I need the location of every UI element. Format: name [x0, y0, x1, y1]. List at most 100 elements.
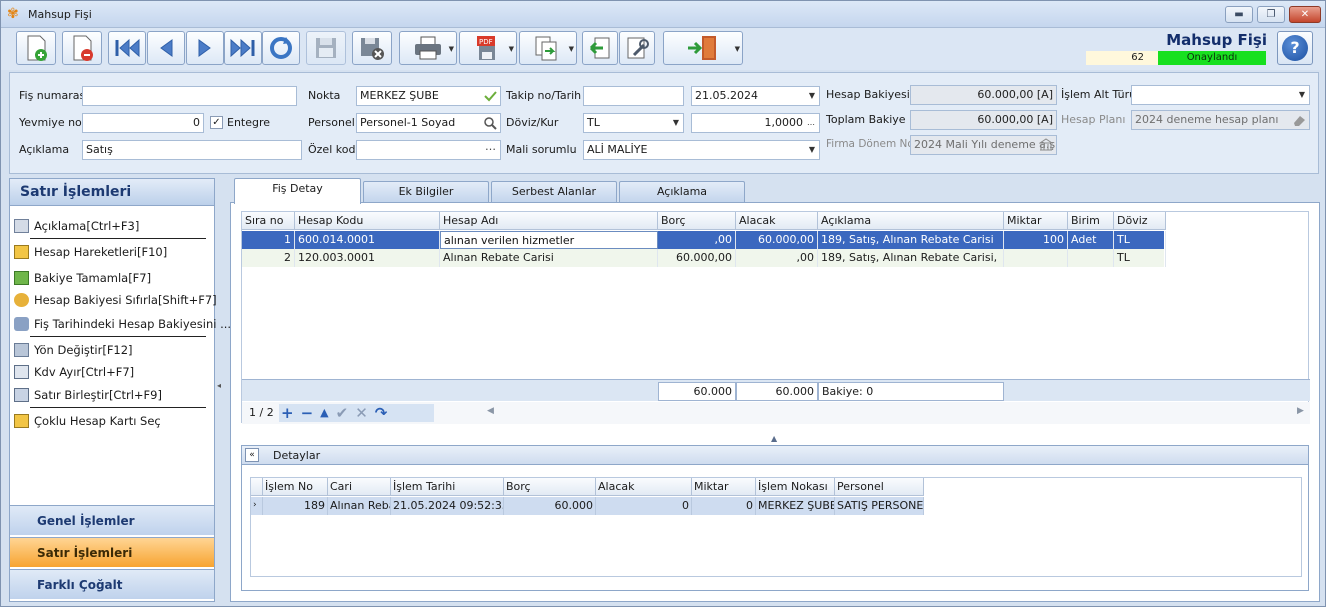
coins-icon [14, 293, 29, 307]
table-row[interactable]: 2 120.003.0001 Alınan Rebate Carisi 60.0… [242, 249, 1166, 267]
import-button[interactable] [582, 31, 618, 65]
tab-ek-bilgiler[interactable]: Ek Bilgiler [363, 181, 489, 203]
column-header[interactable]: Alacak [596, 478, 692, 496]
next-record-button[interactable] [186, 31, 224, 65]
column-header[interactable]: Döviz [1114, 212, 1166, 230]
column-header[interactable]: Miktar [692, 478, 756, 496]
print-button[interactable]: ▼ [399, 31, 457, 65]
save-close-button[interactable] [352, 31, 392, 65]
settings-tools-button[interactable] [619, 31, 655, 65]
first-record-icon [115, 38, 140, 58]
nokta-field[interactable]: MERKEZ ŞUBE [356, 86, 501, 106]
column-header[interactable]: İşlem No [263, 478, 328, 496]
sidebar-item-bakiye-tamamla[interactable]: Bakiye Tamamla[F7] [14, 268, 151, 288]
fis-numarasi-input[interactable] [82, 86, 297, 106]
tab-fis-detay[interactable]: Fiş Detay [234, 178, 361, 204]
column-header[interactable]: Personel [835, 478, 924, 496]
new-document-button[interactable] [16, 31, 56, 65]
table-cell: MERKEZ ŞUBE [756, 497, 835, 515]
move-up-icon[interactable]: ▲ [320, 405, 328, 421]
kur-input[interactable]: 1,0000… [691, 113, 820, 133]
nav-genel-islemler[interactable]: Genel İşlemler [10, 505, 214, 535]
redo-icon[interactable]: ↷ [375, 405, 388, 421]
aciklama-input[interactable]: Satış [82, 140, 302, 160]
column-header[interactable]: İşlem Nokası [756, 478, 835, 496]
panel-splitter-icon[interactable]: ▲ [771, 434, 777, 443]
column-header[interactable]: Açıklama [818, 212, 1004, 230]
copy-document-button[interactable]: ▼ [519, 31, 577, 65]
tab-serbest-alanlar[interactable]: Serbest Alanlar [491, 181, 617, 203]
sidebar-item-aciklama[interactable]: Açıklama[Ctrl+F3] [14, 216, 139, 236]
column-header[interactable]: Sıra no [242, 212, 295, 230]
column-header[interactable]: Miktar [1004, 212, 1068, 230]
column-header[interactable]: Borç [658, 212, 736, 230]
chevron-down-icon: ▼ [1298, 90, 1305, 99]
exit-button[interactable]: ▼ [663, 31, 743, 65]
sidebar-item-satir-birlestir[interactable]: Satır Birleştir[Ctrl+F9] [14, 385, 162, 405]
chevron-down-icon: ▼ [808, 145, 815, 154]
ozel-kod-field[interactable]: … [356, 140, 501, 160]
details-grid: İşlem No Cari İşlem Tarihi Borç Alacak M… [250, 477, 1302, 577]
pdf-export-button[interactable]: PDF ▼ [459, 31, 517, 65]
confirm-icon[interactable]: ✔ [336, 405, 349, 421]
islem-alt-turu-select[interactable]: ▼ [1131, 85, 1310, 105]
save-button[interactable] [306, 31, 346, 65]
table-cell: 600.014.0001 [295, 231, 440, 249]
sidebar-item-kdv-ayir[interactable]: Kdv Ayır[Ctrl+F7] [14, 362, 134, 382]
column-header[interactable]: Birim [1068, 212, 1114, 230]
balance-icon [14, 271, 29, 285]
table-cell: 60.000,00 [658, 249, 736, 267]
entries-grid: Sıra no Hesap Kodu Hesap Adı Borç Alacak… [241, 211, 1310, 424]
table-row[interactable]: › 189 Alınan Reba 21.05.2024 09:52:35 60… [251, 497, 924, 515]
restore-button[interactable]: ❐ [1257, 6, 1285, 23]
mali-sorumlu-select[interactable]: ALİ MALİYE ▼ [583, 140, 820, 160]
personel-field[interactable]: Personel-1 Soyad [356, 113, 501, 133]
delete-document-button[interactable] [62, 31, 102, 65]
help-button[interactable]: ? [1277, 31, 1313, 65]
cancel-edit-icon[interactable]: ✕ [355, 405, 368, 421]
close-button[interactable]: ✕ [1289, 6, 1321, 23]
column-header[interactable]: Hesap Kodu [295, 212, 440, 230]
sidebar-item-fis-tarihi-bakiye[interactable]: Fiş Tarihindeki Hesap Bakiyesini ... [14, 314, 231, 334]
scroll-left-icon[interactable]: ◀ [487, 406, 494, 416]
last-record-button[interactable] [224, 31, 262, 65]
tab-aciklama[interactable]: Açıklama [619, 181, 745, 203]
sidebar-item-coklu-hesap[interactable]: Çoklu Hesap Kartı Seç [14, 411, 161, 431]
hesap-adi-edit-cell[interactable]: alınan verilen hizmetler [440, 231, 658, 249]
save-cancel-icon [361, 38, 384, 60]
first-record-button[interactable] [108, 31, 146, 65]
column-header[interactable]: Hesap Adı [440, 212, 658, 230]
table-cell: 60.000,00 [736, 231, 818, 249]
takip-no-input[interactable] [583, 86, 684, 106]
scroll-right-icon[interactable]: ▶ [1297, 406, 1304, 416]
collapse-toggle-icon[interactable]: « [245, 448, 259, 462]
nav-satir-islemleri[interactable]: Satır İşlemleri [10, 537, 214, 567]
table-row[interactable]: 1 600.014.0001 alınan verilen hizmetler … [242, 231, 1166, 249]
column-header[interactable]: Alacak [736, 212, 818, 230]
remove-row-icon[interactable]: − [301, 405, 314, 421]
entegre-checkbox[interactable]: ✓ [210, 116, 223, 129]
sidebar-item-label: Yön Değiştir[F12] [34, 343, 133, 357]
ellipsis-icon[interactable]: … [807, 114, 815, 132]
column-header[interactable]: Borç [504, 478, 596, 496]
sidebar-item-hesap-hareketleri[interactable]: Hesap Hareketleri[F10] [14, 242, 167, 262]
nav-farkli-cogalt[interactable]: Farklı Çoğalt [10, 569, 214, 599]
collapse-sidebar-icon[interactable]: ◂ [217, 381, 221, 390]
tarih-field[interactable]: 21.05.2024 ▼ [691, 86, 820, 106]
column-header[interactable]: İşlem Tarihi [391, 478, 504, 496]
sidebar-divider [30, 238, 206, 239]
sidebar-item-yon-degistir[interactable]: Yön Değiştir[F12] [14, 340, 133, 360]
previous-record-button[interactable] [147, 31, 185, 65]
column-header[interactable]: Cari [328, 478, 391, 496]
pdf-dropdown-icon: ▼ [508, 45, 514, 53]
ellipsis-icon[interactable]: … [485, 141, 496, 156]
refresh-button[interactable] [262, 31, 300, 65]
minimize-button[interactable]: ▬ [1225, 6, 1253, 23]
add-row-icon[interactable]: + [281, 405, 294, 421]
main-content: Fiş Detay Ek Bilgiler Serbest Alanlar Aç… [230, 178, 1320, 602]
yevmiye-no-input[interactable]: 0 [82, 113, 204, 133]
doviz-select[interactable]: TL ▼ [583, 113, 684, 133]
sidebar-item-bakiye-sifirla[interactable]: Hesap Bakiyesi Sıfırla[Shift+F7] [14, 290, 217, 310]
details-header[interactable]: « Detaylar [241, 445, 1309, 465]
table-cell: 189, Satış, Alınan Rebate Carisi, [818, 249, 1004, 267]
